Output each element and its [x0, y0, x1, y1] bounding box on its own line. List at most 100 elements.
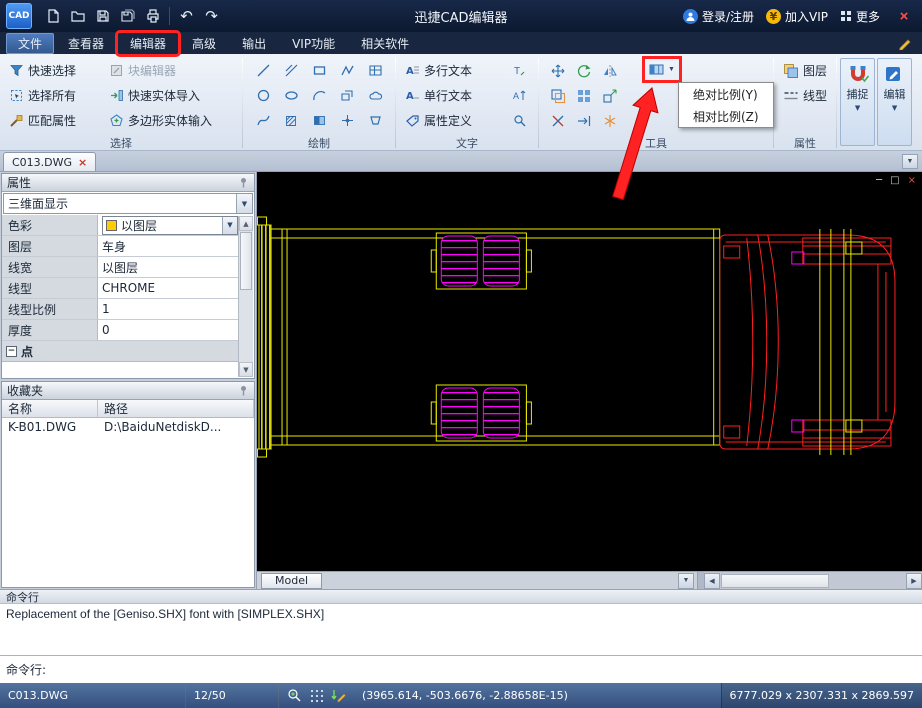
document-tab[interactable]: C013.DWG ×: [3, 152, 97, 171]
hatch-tool-button[interactable]: [277, 108, 305, 133]
grid-snap-icon[interactable]: [309, 688, 324, 703]
scrollbar-thumb[interactable]: [240, 232, 252, 290]
zoom-icon[interactable]: [287, 688, 302, 703]
tab-close-icon[interactable]: ×: [78, 156, 87, 169]
property-value[interactable]: 车身: [98, 236, 239, 256]
tab-list-button[interactable]: ▼: [902, 154, 918, 169]
print-button[interactable]: [140, 3, 165, 29]
scroll-right-icon[interactable]: ▶: [906, 572, 922, 589]
color-combobox[interactable]: 以图层 ▼: [102, 215, 238, 235]
match-properties-button[interactable]: 匹配属性: [6, 111, 106, 130]
polyline-tool-button[interactable]: [333, 58, 361, 83]
menu-viewer[interactable]: 查看器: [56, 33, 116, 54]
column-header-name[interactable]: 名称: [2, 400, 98, 417]
properties-scrollbar[interactable]: ▲ ▼: [238, 216, 253, 377]
command-input[interactable]: [50, 656, 922, 683]
menu-item-absolute-scale[interactable]: 绝对比例(Y): [679, 83, 773, 105]
undo-button[interactable]: ↶: [174, 3, 199, 29]
mirror-tool-button[interactable]: [597, 58, 623, 83]
login-button[interactable]: 登录/注册: [682, 8, 754, 25]
minimize-icon[interactable]: ─: [876, 175, 882, 186]
text-height-button[interactable]: A: [506, 83, 532, 108]
save-button[interactable]: [90, 3, 115, 29]
move-tool-button[interactable]: [545, 58, 571, 83]
menu-output[interactable]: 输出: [230, 33, 278, 54]
pencil-icon[interactable]: [898, 36, 912, 50]
snap-button[interactable]: 捕捉 ▼: [840, 58, 876, 146]
drawing-canvas[interactable]: ─ □ × Model ▼ ◀ ▶: [257, 172, 922, 589]
edit-button[interactable]: 编辑 ▼: [877, 58, 913, 146]
splitter[interactable]: [697, 572, 704, 589]
scroll-up-icon[interactable]: ▲: [239, 216, 253, 231]
menu-advanced[interactable]: 高级: [180, 33, 228, 54]
quick-entity-import-button[interactable]: 快速实体导入: [106, 86, 236, 105]
attribute-define-button[interactable]: 属性定义: [402, 108, 506, 133]
property-value[interactable]: 0: [98, 320, 239, 340]
redo-button[interactable]: ↷: [199, 3, 224, 29]
scroll-left-icon[interactable]: ◀: [704, 572, 720, 589]
property-value[interactable]: 以图层: [98, 257, 239, 277]
restore-icon[interactable]: □: [890, 175, 899, 186]
menu-related-software[interactable]: 相关软件: [349, 33, 421, 54]
chevron-down-icon[interactable]: ▼: [222, 216, 237, 234]
save-all-button[interactable]: [115, 3, 140, 29]
gradient-tool-button[interactable]: [305, 108, 333, 133]
collapse-icon[interactable]: −: [6, 345, 17, 357]
new-file-button[interactable]: [40, 3, 65, 29]
point-tool-button[interactable]: [333, 108, 361, 133]
layout-scroll-button[interactable]: ▼: [678, 572, 694, 589]
line-tool-button[interactable]: [249, 58, 277, 83]
vip-button[interactable]: ¥ 加入VIP: [765, 8, 828, 25]
multiline-text-button[interactable]: A 多行文本: [402, 58, 506, 83]
pin-icon[interactable]: [238, 385, 249, 396]
spline-tool-button[interactable]: [249, 108, 277, 133]
scrollbar-thumb[interactable]: [721, 573, 829, 588]
horizontal-scrollbar[interactable]: ◀ ▶: [704, 572, 922, 589]
cloud-tool-button[interactable]: [361, 83, 389, 108]
object-type-select[interactable]: 三维面显示 ▼: [3, 193, 253, 214]
property-section-point[interactable]: − 点: [2, 341, 239, 362]
select-all-button[interactable]: 选择所有: [6, 86, 106, 105]
more-button[interactable]: 更多: [840, 8, 880, 25]
chevron-down-icon[interactable]: ▼: [236, 194, 252, 213]
scale-tool-button[interactable]: [597, 83, 623, 108]
extend-tool-button[interactable]: [571, 108, 597, 133]
table-tool-button[interactable]: [361, 58, 389, 83]
circle-tool-button[interactable]: [249, 83, 277, 108]
property-value[interactable]: CHROME: [98, 278, 239, 298]
region-tool-button[interactable]: [361, 108, 389, 133]
block-tool-button[interactable]: [333, 83, 361, 108]
property-value[interactable]: 以图层 ▼: [98, 215, 239, 235]
scrollbar-track[interactable]: [239, 291, 253, 362]
layers-button[interactable]: 图层: [780, 58, 830, 83]
scroll-down-icon[interactable]: ▼: [239, 362, 253, 377]
linetype-button[interactable]: 线型: [780, 83, 830, 108]
open-file-button[interactable]: [65, 3, 90, 29]
block-editor-button[interactable]: 块编辑器: [106, 61, 236, 80]
quick-select-button[interactable]: 快速选择: [6, 61, 106, 80]
menu-vip-features[interactable]: VIP功能: [280, 33, 347, 54]
favorites-row[interactable]: K-B01.DWG D:\BaiduNetdiskD...: [2, 418, 254, 436]
draw-mode-icon[interactable]: [331, 688, 346, 703]
scale-dropdown-button[interactable]: ▼: [645, 59, 679, 80]
arc-tool-button[interactable]: [305, 83, 333, 108]
trim-tool-button[interactable]: [545, 108, 571, 133]
pin-icon[interactable]: [238, 177, 249, 188]
close-button[interactable]: ×: [892, 8, 916, 25]
close-icon[interactable]: ×: [908, 175, 916, 186]
text-style-button[interactable]: T: [506, 58, 532, 83]
model-tab[interactable]: Model: [261, 572, 323, 589]
array-tool-button[interactable]: [571, 83, 597, 108]
text-find-button[interactable]: [506, 108, 532, 133]
ellipse-tool-button[interactable]: [277, 83, 305, 108]
polygon-entity-input-button[interactable]: 多边形实体输入: [106, 111, 236, 130]
cad-drawing[interactable]: [257, 172, 922, 571]
offset-tool-button[interactable]: [545, 83, 571, 108]
property-value[interactable]: 1: [98, 299, 239, 319]
rectangle-tool-button[interactable]: [305, 58, 333, 83]
rotate-tool-button[interactable]: [571, 58, 597, 83]
menu-file[interactable]: 文件: [6, 32, 55, 54]
explode-tool-button[interactable]: [597, 108, 623, 133]
singleline-text-button[interactable]: A 单行文本: [402, 83, 506, 108]
construction-line-tool-button[interactable]: [277, 58, 305, 83]
